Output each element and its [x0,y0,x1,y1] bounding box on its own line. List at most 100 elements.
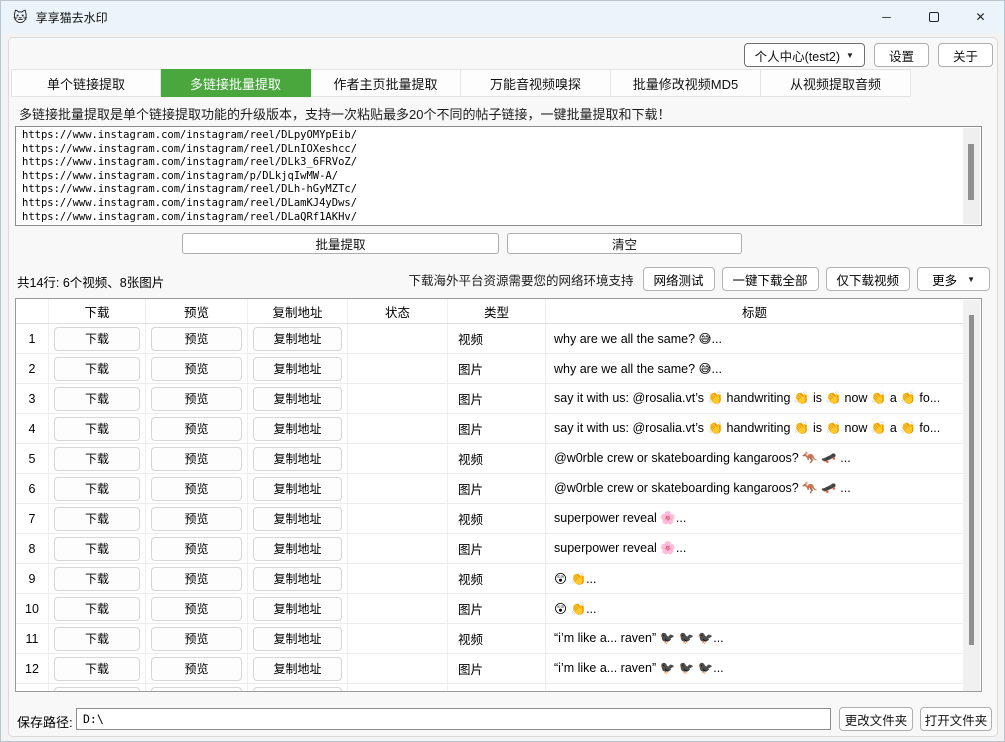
download-button[interactable]: 下载 [54,657,140,681]
download-button[interactable]: 下载 [54,387,140,411]
preview-button[interactable]: 预览 [151,477,242,501]
url-line: https://www.instagram.com/instagram/p/DL… [22,170,961,184]
preview-button-cell: 预览 [146,354,248,383]
tab-2[interactable]: 作者主页批量提取 [311,69,461,97]
tab-3[interactable]: 万能音视频嗅探 [461,69,611,97]
copy-url-button[interactable]: 复制地址 [253,567,342,591]
table-header-row: 下载 预览 复制地址 状态 类型 标题 [16,299,963,324]
download-button[interactable]: 下载 [54,447,140,471]
chevron-down-icon: ▼ [846,51,854,60]
account-menu-button[interactable]: 个人中心(test2) ▼ [744,43,865,67]
type-cell: 图片 [448,474,546,503]
preview-button[interactable]: 预览 [151,357,242,381]
type-cell: 视频 [448,444,546,473]
tab-0[interactable]: 单个链接提取 [11,69,161,97]
status-cell [348,444,448,473]
copy-url-button[interactable]: 复制地址 [253,327,342,351]
close-button[interactable]: ✕ [957,1,1004,33]
about-button[interactable]: 关于 [938,43,993,67]
row-index: 7 [16,504,49,533]
download-button[interactable]: 下载 [54,567,140,591]
change-folder-button[interactable]: 更改文件夹 [839,707,913,731]
url-line: https://www.instagram.com/instagram/reel… [22,156,961,170]
minimize-button[interactable]: ─ [863,1,910,33]
table-row-partial: 下载 预览 复制地址 [16,684,963,692]
preview-button[interactable]: 预览 [151,447,242,471]
download-button[interactable]: 下载 [54,327,140,351]
save-path-input[interactable] [76,708,831,730]
maximize-button[interactable] [910,1,957,33]
url-scrollbar-thumb[interactable] [968,144,974,200]
copy-url-button[interactable]: 复制地址 [253,387,342,411]
status-cell [348,594,448,623]
download-button[interactable]: 下载 [54,687,140,693]
preview-button[interactable]: 预览 [151,507,242,531]
type-cell: 图片 [448,384,546,413]
header-type: 类型 [448,299,546,323]
download-button-cell: 下载 [49,534,146,563]
network-hint-text: 下载海外平台资源需要您的网络环境支持 [409,270,634,289]
header-status: 状态 [348,299,448,323]
download-all-button[interactable]: 一键下载全部 [722,267,819,291]
download-videos-only-button[interactable]: 仅下载视频 [826,267,911,291]
download-button[interactable]: 下载 [54,357,140,381]
status-cell [348,474,448,503]
download-button[interactable]: 下载 [54,507,140,531]
status-cell [348,624,448,653]
copy-url-button[interactable]: 复制地址 [253,687,342,693]
url-scrollbar[interactable] [963,128,980,224]
copy-url-button[interactable]: 复制地址 [253,537,342,561]
url-line: https://www.instagram.com/instagram/reel… [22,197,961,211]
title-cell [546,684,963,692]
table-row: 1下载预览复制地址视频why are we all the same? 😅... [16,324,963,354]
url-input-area[interactable]: https://www.instagram.com/instagram/reel… [15,126,982,226]
preview-button[interactable]: 预览 [151,327,242,351]
preview-button[interactable]: 预览 [151,657,242,681]
status-cell [348,414,448,443]
download-button[interactable]: 下载 [54,417,140,441]
preview-button-cell: 预览 [146,624,248,653]
more-dropdown-button[interactable]: 更多 ▼ [917,267,990,291]
title-cell: “i’m like a... raven” 🐦‍⬛ 🐦‍⬛ 🐦‍⬛... [546,654,963,683]
app-icon: 🐱 [13,10,28,24]
table-scrollbar-thumb[interactable] [969,315,974,645]
download-button[interactable]: 下载 [54,597,140,621]
download-button[interactable]: 下载 [54,477,140,501]
row-index: 12 [16,654,49,683]
network-test-button[interactable]: 网络测试 [643,267,715,291]
preview-button[interactable]: 预览 [151,417,242,441]
tab-4[interactable]: 批量修改视频MD5 [611,69,761,97]
copy-url-button[interactable]: 复制地址 [253,597,342,621]
tab-bar: 单个链接提取多链接批量提取作者主页批量提取万能音视频嗅探批量修改视频MD5从视频… [11,69,911,97]
copy-url-button[interactable]: 复制地址 [253,357,342,381]
preview-button-cell: 预览 [146,534,248,563]
copy-url-button[interactable]: 复制地址 [253,477,342,501]
preview-button[interactable]: 预览 [151,537,242,561]
feature-description: 多链接批量提取是单个链接提取功能的升级版本，支持一次粘贴最多20个不同的帖子链接… [19,104,670,123]
open-folder-button[interactable]: 打开文件夹 [920,707,992,731]
copy-url-button[interactable]: 复制地址 [253,627,342,651]
preview-button[interactable]: 预览 [151,387,242,411]
tab-5[interactable]: 从视频提取音频 [761,69,911,97]
row-index: 6 [16,474,49,503]
table-scrollbar[interactable] [963,300,980,691]
download-button[interactable]: 下载 [54,627,140,651]
preview-button[interactable]: 预览 [151,567,242,591]
tab-1[interactable]: 多链接批量提取 [161,69,311,97]
copy-url-button[interactable]: 复制地址 [253,447,342,471]
download-button-cell: 下载 [49,324,146,353]
header-copy: 复制地址 [248,299,348,323]
table-row: 5下载预览复制地址视频@w0rble crew or skateboarding… [16,444,963,474]
copy-url-button[interactable]: 复制地址 [253,507,342,531]
copy-url-button[interactable]: 复制地址 [253,417,342,441]
header-download: 下载 [49,299,146,323]
row-index: 9 [16,564,49,593]
preview-button[interactable]: 预览 [151,627,242,651]
settings-button[interactable]: 设置 [874,43,929,67]
preview-button[interactable]: 预览 [151,597,242,621]
clear-button[interactable]: 清空 [507,233,742,254]
copy-url-button[interactable]: 复制地址 [253,657,342,681]
batch-extract-button[interactable]: 批量提取 [182,233,499,254]
preview-button[interactable]: 预览 [151,687,242,693]
download-button[interactable]: 下载 [54,537,140,561]
